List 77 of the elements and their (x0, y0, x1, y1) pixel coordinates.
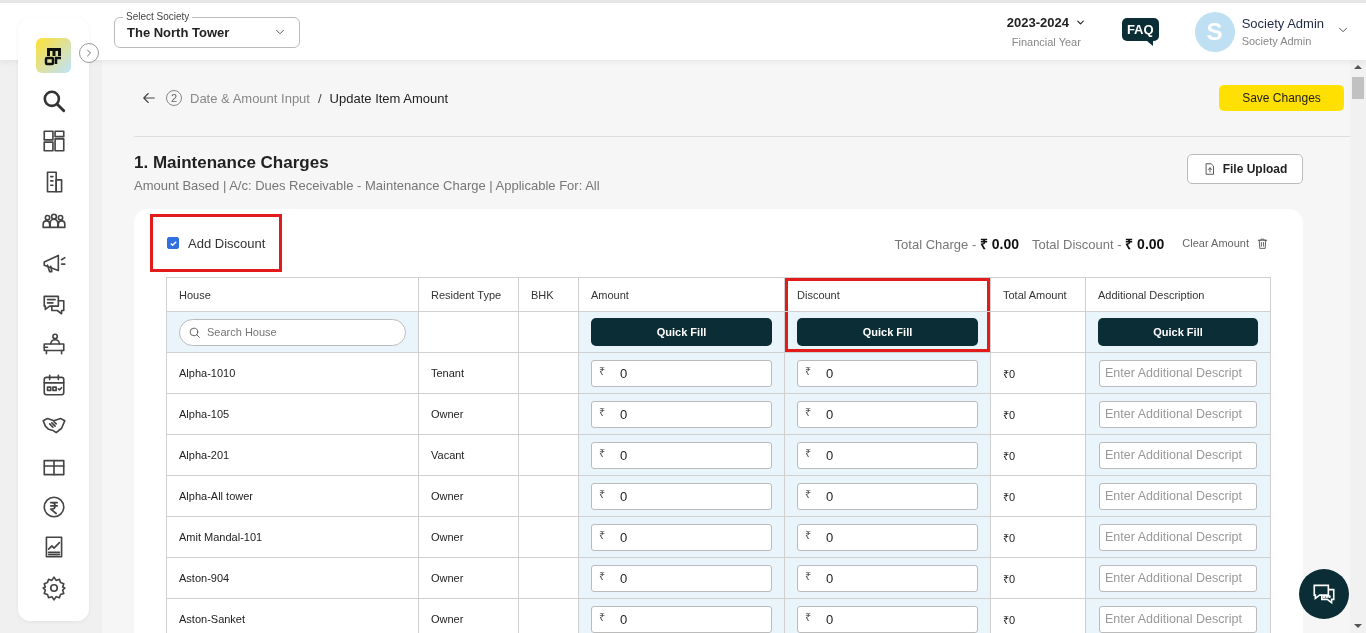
currency-symbol: ₹ (805, 446, 811, 460)
description-field[interactable]: Enter Additional Descript (1099, 564, 1257, 592)
rupee-coin-icon (40, 493, 67, 520)
currency-symbol: ₹ (599, 487, 605, 501)
currency-symbol: ₹ (805, 364, 811, 378)
total-amount-cell: ₹0 (990, 557, 1086, 599)
currency-symbol: ₹ (599, 405, 605, 419)
resident-type-cell: Owner (418, 557, 519, 599)
file-upload-button[interactable]: File Upload (1187, 154, 1303, 184)
description-field[interactable]: Enter Additional Descript (1099, 523, 1257, 551)
breadcrumb-separator: / (317, 90, 322, 106)
currency-symbol: ₹ (599, 528, 605, 542)
resident-type-cell: Owner (418, 516, 519, 558)
app-logo[interactable] (36, 38, 71, 73)
quick-fill-button[interactable]: Quick Fill (797, 318, 978, 346)
add-discount-label[interactable]: Add Discount (188, 235, 266, 251)
currency-symbol: ₹ (599, 569, 605, 583)
total-amount-cell: ₹0 (990, 352, 1086, 394)
section-subtitle: Amount Based | A/c: Dues Receivable - Maintenance Charge | Applicable For: All (134, 178, 600, 193)
society-select-label: Select Society (123, 10, 193, 22)
trash-icon (1256, 236, 1269, 250)
resident-type-cell: Tenant (418, 352, 519, 394)
currency-symbol: ₹ (599, 364, 605, 378)
currency-symbol: ₹ (599, 446, 605, 460)
quick-fill-button[interactable]: Quick Fill (1098, 318, 1258, 346)
currency-symbol: ₹ (805, 528, 811, 542)
quick-fill-button[interactable]: Quick Fill (591, 318, 772, 346)
user-name: Society Admin (1241, 16, 1324, 31)
society-select-value: The North Tower (127, 24, 230, 40)
financial-year-value[interactable]: 2023-2024 (1006, 15, 1069, 30)
total-amount-cell: ₹0 (990, 475, 1086, 517)
house-cell: Alpha-1010 (166, 352, 419, 394)
column-header: House (166, 277, 419, 312)
column-header: Discount (784, 277, 991, 312)
desk-icon (40, 331, 67, 358)
search-house-field[interactable]: Search House (179, 318, 406, 346)
house-cell: Alpha-201 (166, 434, 419, 476)
description-field[interactable]: Enter Additional Descript (1099, 482, 1257, 510)
description-field[interactable]: Enter Additional Descript (1099, 441, 1257, 469)
total-amount-cell: ₹0 (990, 393, 1086, 435)
total-amount-cell: ₹0 (990, 516, 1086, 558)
section-title: 1. Maintenance Charges (134, 153, 330, 173)
resident-type-cell: Owner (418, 393, 519, 435)
house-cell: Alpha-All tower (166, 475, 419, 517)
currency-symbol: ₹ (805, 610, 811, 624)
settings-icon (40, 574, 67, 601)
column-header: Amount (578, 277, 785, 312)
description-field[interactable]: Enter Additional Descript (1099, 605, 1257, 633)
column-header: Resident Type (418, 277, 519, 312)
currency-symbol: ₹ (805, 487, 811, 501)
house-cell: Amit Mandal-101 (166, 516, 419, 558)
column-header: Total Amount (990, 277, 1086, 312)
dashboard-icon (40, 128, 67, 155)
total-charge: Total Charge - ₹ 0.00 (894, 234, 1019, 253)
total-amount-cell: ₹0 (990, 434, 1086, 476)
currency-symbol: ₹ (599, 610, 605, 624)
chevron-down-icon (1074, 17, 1086, 28)
calendar-icon (40, 371, 67, 398)
description-field[interactable]: Enter Additional Descript (1099, 400, 1257, 428)
column-header: BHK (518, 277, 579, 312)
house-cell: Aston-904 (166, 557, 419, 599)
description-field[interactable]: Enter Additional Descript (1099, 359, 1257, 387)
clear-amount-button[interactable]: Clear Amount (1182, 236, 1269, 250)
search-icon (188, 325, 201, 339)
resident-type-cell: Vacant (418, 434, 519, 476)
column-header: Additional Description (1085, 277, 1271, 312)
currency-symbol: ₹ (805, 569, 811, 583)
checkbox[interactable] (167, 237, 179, 249)
house-cell: Alpha-105 (166, 393, 419, 435)
financial-year-caption: Financial Year (1011, 36, 1081, 48)
user-role: Society Admin (1241, 35, 1313, 47)
total-discount: Total Discount - ₹ 0.00 (1032, 234, 1165, 253)
breadcrumb-current: Update Item Amount (329, 90, 449, 106)
house-cell: Aston-Sanket (166, 598, 419, 633)
resident-type-cell: Owner (418, 475, 519, 517)
currency-symbol: ₹ (805, 405, 811, 419)
save-changes-button[interactable]: Save Changes (1219, 85, 1344, 111)
